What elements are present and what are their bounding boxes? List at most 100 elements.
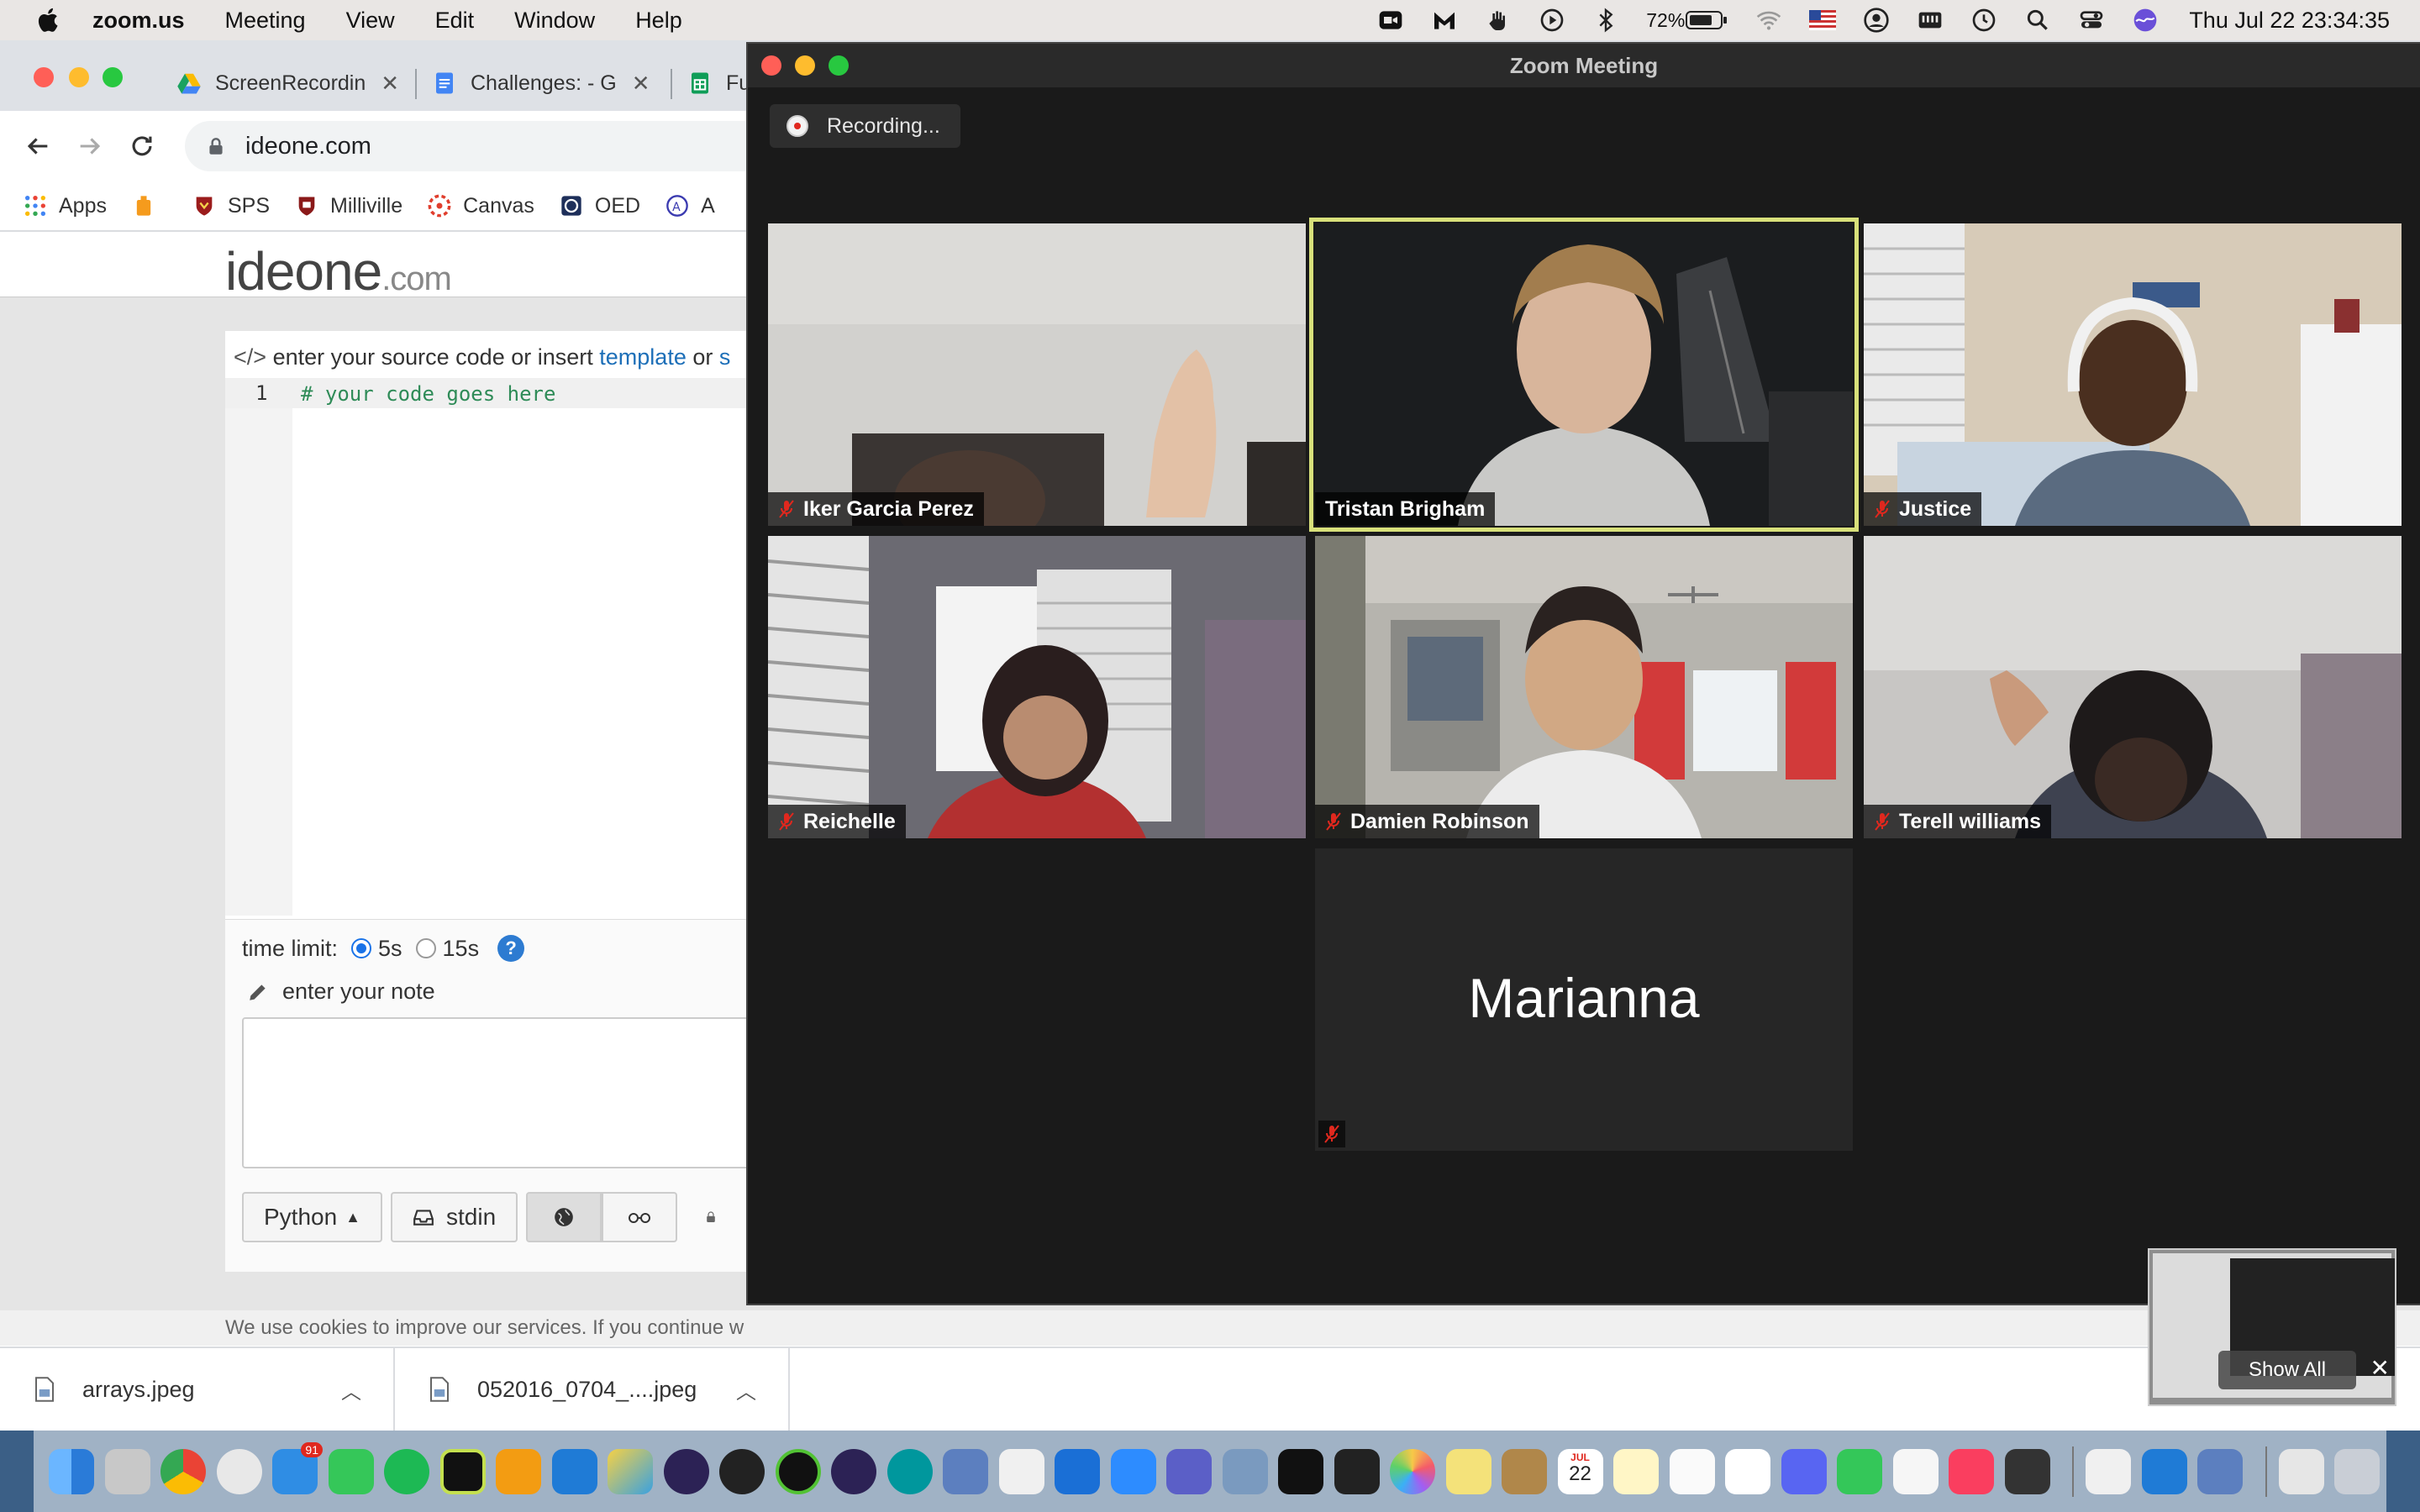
- mail-icon[interactable]: 91: [272, 1441, 323, 1494]
- preview-icon[interactable]: [1222, 1448, 1268, 1494]
- code-editor[interactable]: 1 # your code goes here: [225, 378, 763, 916]
- zoom-close-button[interactable]: [761, 55, 781, 76]
- show-all-button[interactable]: Show All: [2218, 1351, 2356, 1389]
- keyboard-status-icon[interactable]: [1917, 7, 1944, 34]
- malwarebytes-icon[interactable]: [1431, 7, 1458, 34]
- unlisted-visibility-button[interactable]: [602, 1192, 678, 1242]
- recording-indicator[interactable]: Recording...: [770, 104, 960, 148]
- virtualbox-recent-icon[interactable]: [2197, 1448, 2243, 1494]
- control-center-icon[interactable]: [2078, 7, 2105, 34]
- chevron-up-icon[interactable]: ︿: [736, 1375, 756, 1404]
- time-limit-5s-radio[interactable]: [351, 938, 371, 958]
- menu-view[interactable]: View: [346, 8, 395, 34]
- discord-icon[interactable]: [1781, 1448, 1827, 1494]
- facetime-icon[interactable]: [1837, 1448, 1882, 1494]
- shark-app-icon[interactable]: [1055, 1448, 1100, 1494]
- vscode-icon[interactable]: [551, 1448, 597, 1494]
- stdin-button[interactable]: stdin: [391, 1192, 518, 1242]
- automator-icon[interactable]: [104, 1448, 150, 1494]
- us-flag-input-icon[interactable]: [1809, 7, 1837, 34]
- bookmark-apps[interactable]: Apps: [24, 194, 107, 218]
- back-arrow-icon[interactable]: [24, 132, 52, 160]
- menu-app-name[interactable]: zoom.us: [92, 8, 185, 34]
- finder-icon[interactable]: [49, 1448, 94, 1494]
- reminders-icon[interactable]: [1669, 1448, 1715, 1494]
- calendar-icon[interactable]: JUL 22: [1557, 1448, 1603, 1494]
- zoom-minimize-button[interactable]: [795, 55, 815, 76]
- forward-arrow-icon[interactable]: [76, 132, 104, 160]
- minimize-window-button[interactable]: [69, 67, 89, 87]
- browser-tab-challenges[interactable]: Challenges: - G ✕: [432, 62, 650, 104]
- eclipse-alt-icon[interactable]: [831, 1448, 876, 1494]
- contacts-icon[interactable]: [1502, 1448, 1547, 1494]
- lock-icon[interactable]: [205, 135, 227, 157]
- video-tile-damien[interactable]: Damien Robinson: [1315, 536, 1853, 838]
- menu-edit[interactable]: Edit: [435, 8, 475, 34]
- wifi-icon[interactable]: [1755, 7, 1782, 34]
- zoom-fullscreen-button[interactable]: [829, 55, 849, 76]
- stickies-icon[interactable]: [1445, 1448, 1491, 1494]
- video-tile-reichelle[interactable]: Reichelle: [768, 536, 1306, 838]
- ideone-logo[interactable]: ideone.com: [225, 240, 452, 302]
- messages-icon[interactable]: [328, 1448, 374, 1494]
- browser-tab-screenrecording[interactable]: ScreenRecordin ✕: [176, 62, 399, 104]
- sketchup-icon[interactable]: [608, 1448, 653, 1494]
- eclipse-icon[interactable]: [663, 1448, 709, 1494]
- reload-icon[interactable]: [128, 132, 156, 160]
- rstudio-icon[interactable]: [719, 1448, 765, 1494]
- menu-meeting[interactable]: Meeting: [225, 8, 306, 34]
- bookmark-a[interactable]: A A: [666, 194, 715, 218]
- tab-close-icon[interactable]: ✕: [381, 71, 399, 97]
- arduino-icon[interactable]: [886, 1448, 933, 1494]
- language-select-button[interactable]: Python ▲: [242, 1192, 382, 1242]
- trash-icon[interactable]: [2334, 1448, 2380, 1494]
- chrome-icon[interactable]: [160, 1448, 206, 1494]
- apple-menu-icon[interactable]: [34, 5, 64, 35]
- browser-tab-sheet[interactable]: Fu: [687, 62, 750, 104]
- user-account-icon[interactable]: [1863, 7, 1890, 34]
- zoom-window-button[interactable]: [103, 67, 123, 87]
- slack-icon[interactable]: [1725, 1448, 1770, 1494]
- note-textarea[interactable]: [242, 1017, 763, 1168]
- spotlight-search-icon[interactable]: [2024, 7, 2051, 34]
- bookmark-unnamed[interactable]: [132, 194, 167, 218]
- script-editor-icon[interactable]: [998, 1448, 1044, 1494]
- time-machine-icon[interactable]: [1970, 7, 1997, 34]
- play-status-icon[interactable]: [1539, 7, 1565, 34]
- tensorflow-icon[interactable]: [496, 1448, 541, 1494]
- news-icon[interactable]: [1892, 1448, 1939, 1494]
- notes-icon[interactable]: [1613, 1448, 1659, 1494]
- video-tile-justice[interactable]: Justice: [1864, 223, 2402, 526]
- virtualbox-icon[interactable]: [943, 1448, 988, 1494]
- keychain-icon[interactable]: [2004, 1448, 2050, 1494]
- vscode-recent-icon[interactable]: [2141, 1448, 2187, 1494]
- siri-icon[interactable]: [2132, 7, 2159, 34]
- code-line[interactable]: 1 # your code goes here: [225, 378, 763, 408]
- bookmark-oed[interactable]: OED: [560, 194, 640, 218]
- textedit-icon[interactable]: [2086, 1448, 2131, 1494]
- teams-icon[interactable]: [1166, 1448, 1212, 1494]
- time-limit-15s-radio[interactable]: [415, 938, 436, 958]
- screen-thumbnail-preview[interactable]: Show All ✕: [2148, 1248, 2396, 1406]
- green-ring-app-icon[interactable]: [775, 1448, 821, 1494]
- hand-status-icon[interactable]: [1485, 7, 1512, 34]
- video-tile-marianna[interactable]: Marianna: [1315, 848, 1853, 1151]
- close-thumbnail-icon[interactable]: ✕: [2370, 1354, 2390, 1382]
- activity-monitor-icon[interactable]: [1334, 1448, 1380, 1494]
- music-icon[interactable]: [1949, 1448, 1994, 1494]
- download-item[interactable]: arrays.jpeg ︿: [0, 1348, 395, 1431]
- help-icon[interactable]: ?: [497, 935, 525, 962]
- zoom-status-icon[interactable]: [1377, 7, 1404, 34]
- public-visibility-button[interactable]: [526, 1192, 602, 1242]
- menu-clock[interactable]: Thu Jul 22 23:34:35: [2189, 8, 2390, 34]
- zoom-app-icon[interactable]: [1110, 1448, 1156, 1494]
- openai-icon[interactable]: [216, 1448, 262, 1494]
- photos-icon[interactable]: [1390, 1448, 1435, 1494]
- bookmark-milliville[interactable]: Milliville: [295, 194, 402, 218]
- tab-close-icon[interactable]: ✕: [632, 71, 650, 97]
- bluetooth-icon[interactable]: [1592, 7, 1619, 34]
- bookmark-sps[interactable]: SPS: [192, 194, 270, 218]
- sample-link[interactable]: s: [719, 344, 731, 370]
- menu-window[interactable]: Window: [514, 8, 595, 34]
- download-item[interactable]: 052016_0704_....jpeg ︿: [395, 1348, 790, 1431]
